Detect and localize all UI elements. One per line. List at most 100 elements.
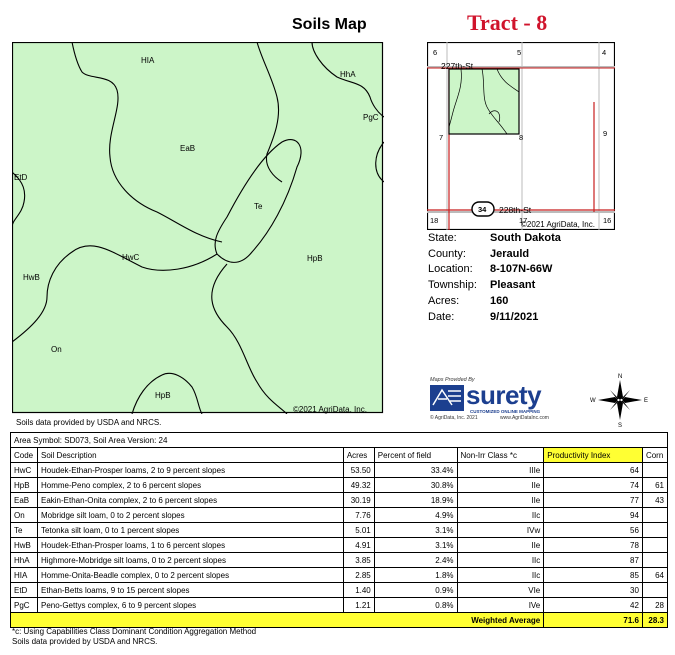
cell-acres: 49.32 — [342, 477, 375, 493]
info-value: South Dakota — [490, 232, 561, 244]
section-label: 4 — [602, 48, 606, 57]
cell-corn — [641, 522, 669, 538]
info-value: 8-107N-66W — [490, 263, 553, 275]
header-percent: Percent of field — [373, 447, 458, 463]
cell-desc: Houdek-Ethan-Prosper loams, 1 to 6 perce… — [36, 537, 344, 553]
soil-label: EaB — [180, 144, 195, 153]
surety-logo: Maps Provided By surety CUSTOMIZED ONLIN… — [430, 377, 580, 422]
cell-class: IIc — [456, 507, 545, 523]
table-row: On Mobridge silt loam, 0 to 2 percent slo… — [10, 507, 669, 523]
soil-label: PgC — [363, 113, 379, 122]
soil-label: HpB — [307, 254, 323, 263]
cell-corn: 43 — [641, 492, 669, 508]
area-symbol: Area Symbol: SD073, Soil Area Version: 2… — [10, 432, 668, 448]
cell-class: IIc — [456, 552, 545, 568]
cell-desc: Homme-Onita-Beadle complex, 0 to 2 perce… — [36, 567, 344, 583]
soil-label: Te — [254, 202, 263, 211]
soil-label: On — [51, 345, 62, 354]
cell-corn — [641, 507, 669, 523]
header-acres: Acres — [342, 447, 375, 463]
table-row: HIA Homme-Onita-Beadle complex, 0 to 2 pe… — [10, 567, 669, 583]
soil-map-copyright: ©2021 AgriData, Inc. — [293, 405, 367, 414]
cell-pi: 77 — [543, 492, 643, 508]
cell-acres: 3.85 — [342, 552, 375, 568]
table-row: EaB Eakin-Ethan-Onita complex, 2 to 6 per… — [10, 492, 669, 508]
cell-acres: 2.85 — [342, 567, 375, 583]
cell-code: HpB — [10, 477, 38, 493]
info-row-county: County: Jerauld — [428, 248, 608, 262]
cell-corn — [641, 537, 669, 553]
cell-acres: 1.40 — [342, 582, 375, 598]
soil-map: HIA HhA PgC EaB EtD Te HwC HpB HwB On Hp… — [12, 42, 384, 414]
cell-code: On — [10, 507, 38, 523]
cell-pi: 64 — [543, 462, 643, 478]
table-row: EtD Ethan-Betts loams, 9 to 15 percent sl… — [10, 582, 669, 598]
cell-pct: 0.8% — [373, 597, 458, 613]
section-label: 16 — [603, 216, 611, 225]
footnote-aggregation: *c: Using Capabilities Class Dominant Co… — [12, 627, 257, 636]
info-row-acres: Acres: 160 — [428, 295, 608, 309]
cell-desc: Eakin-Ethan-Onita complex, 2 to 6 percen… — [36, 492, 344, 508]
soil-label: HIA — [141, 56, 155, 65]
cell-acres: 30.19 — [342, 492, 375, 508]
cell-code: EaB — [10, 492, 38, 508]
soil-map-frame — [12, 42, 384, 414]
table-row: HwB Houdek-Ethan-Prosper loams, 1 to 6 pe… — [10, 537, 669, 553]
cell-corn: 61 — [641, 477, 669, 493]
cell-corn: 64 — [641, 567, 669, 583]
info-row-township: Township: Pleasant — [428, 279, 608, 293]
cell-pct: 3.1% — [373, 537, 458, 553]
road-label-227th: 227th-St — [441, 61, 474, 71]
info-row-state: State: South Dakota — [428, 232, 608, 246]
header-corn: Corn — [641, 447, 669, 463]
cell-desc: Homme-Peno complex, 2 to 6 percent slope… — [36, 477, 344, 493]
cell-acres: 7.76 — [342, 507, 375, 523]
compass-w: W — [590, 398, 596, 404]
weighted-average-corn: 28.3 — [641, 612, 669, 628]
info-key: Township: — [428, 279, 477, 291]
cell-acres: 4.91 — [342, 537, 375, 553]
page-title: Soils Map — [292, 16, 367, 33]
weighted-average-pi: 71.6 — [543, 612, 643, 628]
cell-corn — [641, 552, 669, 568]
cell-desc: Ethan-Betts loams, 9 to 15 percent slope… — [36, 582, 344, 598]
info-key: County: — [428, 248, 466, 260]
soil-label: HpB — [155, 391, 171, 400]
tract-outline — [448, 68, 520, 135]
soil-label: HwC — [122, 253, 140, 262]
cell-acres: 53.50 — [342, 462, 375, 478]
cell-class: IIe — [456, 537, 545, 553]
soil-map-source: Soils data provided by USDA and NRCS. — [16, 418, 162, 427]
cell-code: Te — [10, 522, 38, 538]
cell-pct: 3.1% — [373, 522, 458, 538]
tract-title: Tract - 8 — [467, 10, 548, 35]
cell-corn: 28 — [641, 597, 669, 613]
weighted-average-label: Weighted Average — [9, 612, 545, 628]
info-key: Date: — [428, 311, 455, 323]
info-block: State: South Dakota County: Jerauld Locati… — [428, 232, 608, 332]
header-code: Code — [10, 447, 38, 463]
section-label: 7 — [439, 133, 443, 142]
cell-code: HwC — [10, 462, 38, 478]
cell-desc: Mobridge silt loam, 0 to 2 percent slope… — [36, 507, 344, 523]
cell-corn — [641, 582, 669, 598]
cell-pct: 18.9% — [373, 492, 458, 508]
cell-desc: Tetonka silt loam, 0 to 1 percent slopes — [36, 522, 344, 538]
highway-number: 34 — [478, 205, 487, 214]
soil-label: EtD — [14, 173, 28, 182]
compass-e: E — [644, 398, 648, 404]
cell-class: VIe — [456, 582, 545, 598]
soil-label: HhA — [340, 70, 356, 79]
section-label: 9 — [603, 129, 607, 138]
cell-pct: 4.9% — [373, 507, 458, 523]
cell-desc: Highmore-Mobridge silt loams, 0 to 2 per… — [36, 552, 344, 568]
info-row-date: Date: 9/11/2021 — [428, 311, 608, 325]
soil-label: HwB — [23, 273, 40, 282]
cell-pi: 87 — [543, 552, 643, 568]
info-key: Location: — [428, 263, 473, 275]
table-row: PgC Peno-Gettys complex, 6 to 9 percent s… — [10, 597, 669, 613]
cell-code: HwB — [10, 537, 38, 553]
cell-desc: Peno-Gettys complex, 6 to 9 percent slop… — [36, 597, 344, 613]
section-label: 5 — [517, 48, 521, 57]
surety-globe-icon — [430, 385, 464, 411]
